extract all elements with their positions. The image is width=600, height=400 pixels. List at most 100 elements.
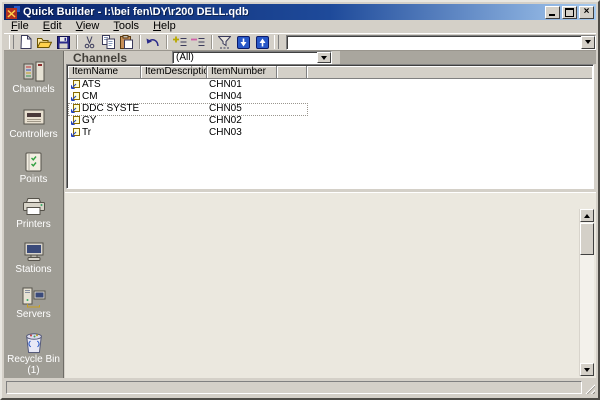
vertical-scrollbar[interactable] [579, 209, 594, 376]
sidebar-item-printers[interactable]: Printers [4, 195, 63, 240]
sidebar-item-recycle-bin[interactable]: Recycle Bin (1) [4, 330, 63, 375]
servers-icon [21, 285, 47, 309]
menu-view[interactable]: View [69, 20, 107, 33]
channel-item-icon [70, 104, 80, 114]
scroll-up-button[interactable] [580, 209, 594, 222]
download-icon [237, 36, 250, 49]
cut-button[interactable] [81, 34, 100, 50]
sidebar: Channels Controllers Points [4, 51, 64, 378]
stations-icon [22, 240, 46, 264]
sidebar-item-label: Stations [15, 265, 51, 275]
points-icon [23, 150, 45, 174]
paste-icon [120, 35, 133, 49]
cell-itemnumber: CHN01 [209, 79, 277, 91]
open-button[interactable] [35, 34, 54, 50]
menu-help[interactable]: Help [146, 20, 183, 33]
new-button[interactable] [17, 34, 36, 50]
save-button[interactable] [54, 34, 73, 50]
menu-tools[interactable]: Tools [106, 20, 146, 33]
cell-itemnumber: CHN05 [209, 103, 277, 115]
sidebar-item-channels[interactable]: Channels [4, 60, 63, 105]
filter-button[interactable] [216, 34, 235, 50]
scroll-down-button[interactable] [580, 363, 594, 376]
chevron-down-icon[interactable] [317, 52, 331, 63]
undo-button[interactable] [144, 34, 163, 50]
sidebar-item-points[interactable]: Points [4, 150, 63, 195]
column-header-itemnumber[interactable]: ItemNumber [207, 66, 277, 79]
cell-itemname: CM [82, 91, 140, 103]
copy-icon [102, 35, 115, 49]
cell-itemnumber: CHN02 [209, 115, 277, 127]
main-header: Channels (All) [65, 51, 596, 64]
cell-itemname: ATS [82, 79, 140, 91]
close-button[interactable]: × [579, 6, 594, 19]
status-bar [4, 378, 596, 396]
detail-pane [65, 192, 596, 378]
app-icon [6, 6, 20, 19]
close-icon: × [584, 7, 590, 17]
toolbar-separator [211, 35, 213, 49]
channel-item-icon [70, 92, 80, 102]
cell-itemnumber: CHN03 [209, 127, 277, 139]
add-item-button[interactable] [171, 34, 190, 50]
sidebar-item-label: Printers [16, 220, 50, 230]
table-row[interactable]: ATS CHN01 [68, 79, 592, 91]
channel-item-icon [70, 128, 80, 138]
arrow-down-icon [584, 368, 590, 372]
quick-builder-window: Quick Builder - I:\bei fen\DY\r200 DELL.… [0, 0, 600, 400]
filter-combo-value: (All) [173, 52, 317, 63]
maximize-button[interactable] [562, 6, 577, 19]
channels-list[interactable]: ItemName ItemDescription ItemNumber ATS … [66, 64, 594, 189]
status-message [6, 381, 582, 394]
remove-item-button[interactable] [189, 34, 208, 50]
table-row[interactable]: CM CHN04 [68, 91, 592, 103]
column-header-itemdescription[interactable]: ItemDescription [141, 66, 207, 79]
cut-icon [84, 36, 95, 49]
menu-edit[interactable]: Edit [36, 20, 69, 33]
table-row[interactable]: DDC SYSTEM CHN05 [68, 103, 592, 115]
cell-itemnumber: CHN04 [209, 91, 277, 103]
download-button[interactable] [234, 34, 253, 50]
copy-button[interactable] [99, 34, 118, 50]
undo-icon [146, 37, 160, 48]
sidebar-item-controllers[interactable]: Controllers [4, 105, 63, 150]
sidebar-item-label: Channels [12, 85, 54, 95]
sidebar-item-stations[interactable]: Stations [4, 240, 63, 285]
table-row[interactable]: GY CHN02 [68, 115, 592, 127]
header-filler [340, 51, 596, 64]
remove-item-icon [191, 36, 205, 48]
sidebar-item-servers[interactable]: Servers [4, 285, 63, 330]
upload-icon [256, 36, 269, 49]
title-bar[interactable]: Quick Builder - I:\bei fen\DY\r200 DELL.… [4, 4, 596, 20]
new-icon [20, 35, 32, 49]
save-icon [57, 36, 70, 49]
toolbar-gripper[interactable] [9, 35, 14, 49]
sidebar-item-label: Controllers [9, 130, 57, 140]
toolbar-combo[interactable] [286, 35, 596, 50]
filter-combo[interactable]: (All) [172, 51, 332, 64]
toolbar-separator [139, 35, 141, 49]
toolbar-separator [166, 35, 168, 49]
sidebar-item-label: Recycle Bin [7, 355, 60, 365]
minimize-button[interactable] [545, 6, 560, 19]
menu-file[interactable]: File [4, 20, 36, 33]
sidebar-item-label: Servers [16, 310, 50, 320]
column-header-blank[interactable] [277, 66, 307, 79]
resize-grip[interactable] [583, 382, 595, 394]
list-header: ItemName ItemDescription ItemNumber [68, 66, 592, 79]
chevron-down-icon[interactable] [581, 36, 595, 49]
scrollbar-thumb[interactable] [580, 223, 594, 255]
open-icon [37, 36, 52, 48]
channels-icon [21, 60, 47, 84]
table-row[interactable]: Tr CHN03 [68, 127, 592, 139]
column-header-itemname[interactable]: ItemName [68, 66, 141, 79]
printers-icon [21, 195, 47, 219]
minimize-icon [549, 14, 555, 16]
toolbar-gripper[interactable] [274, 35, 279, 49]
maximize-icon [565, 8, 574, 17]
add-item-icon [173, 36, 187, 48]
menu-bar: File Edit View Tools Help [4, 20, 596, 33]
upload-button[interactable] [253, 34, 272, 50]
cell-itemname: Tr [82, 127, 140, 139]
paste-button[interactable] [118, 34, 137, 50]
